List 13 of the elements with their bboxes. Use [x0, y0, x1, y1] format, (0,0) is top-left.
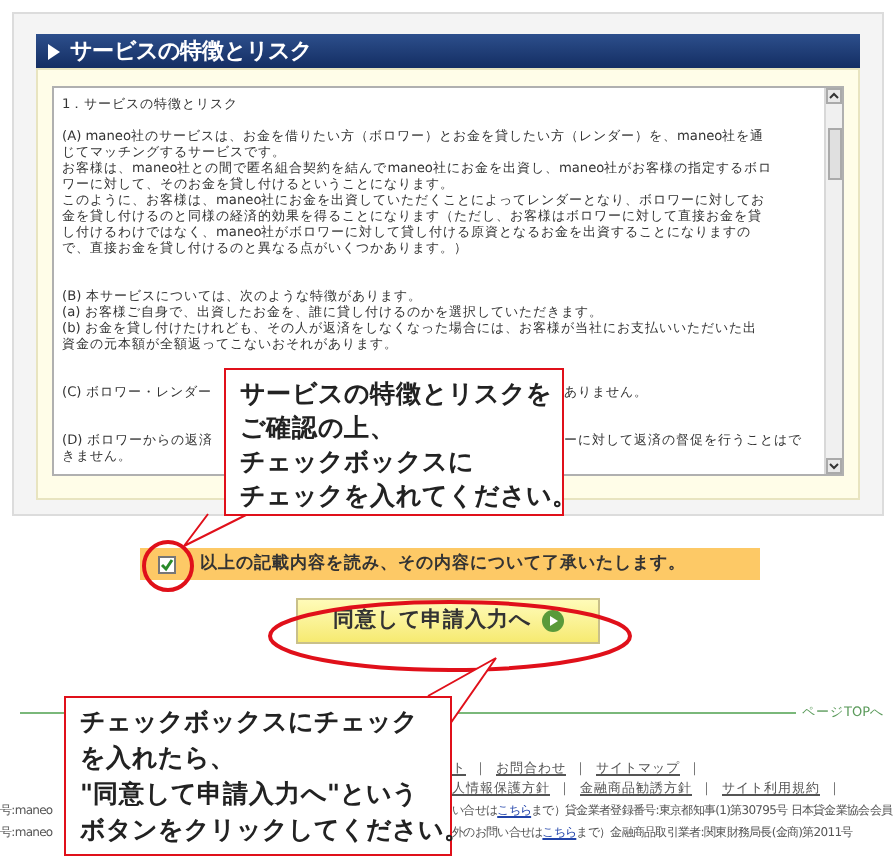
callout-tooltip: チェックボックスにチェック を入れたら、 "同意して申請入力へ"という ボタンをクリックしてください。	[64, 696, 452, 856]
section-title: サービスの特徴とリスク	[70, 40, 312, 62]
play-icon	[541, 610, 563, 632]
callout-tooltip: サービスの特徴とリスクを ご確認の上、 チェックボックスに チェックを入れてください。	[224, 368, 564, 516]
highlight-circle	[142, 540, 194, 592]
scroll-thumb[interactable]	[827, 127, 841, 179]
agree-label: 以上の記載内容を読み、その内容について了承いたします。	[200, 551, 686, 577]
scroll-down-icon[interactable]	[826, 458, 842, 474]
scrollbar[interactable]	[824, 88, 842, 474]
triangle-icon	[48, 43, 60, 59]
callout-pointer	[183, 513, 249, 547]
agree-checkbox[interactable]	[158, 555, 176, 573]
scroll-up-icon[interactable]	[826, 88, 842, 104]
